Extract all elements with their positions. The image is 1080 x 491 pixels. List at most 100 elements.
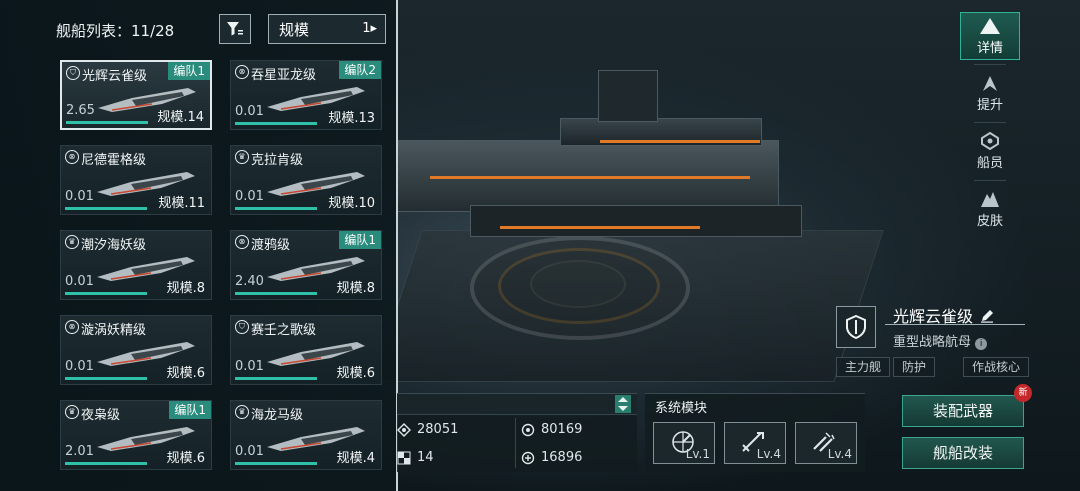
ship-card-scale: 规模.4 (336, 451, 375, 466)
toggle-arrows-icon[interactable] (615, 395, 631, 413)
fleet-tag: 编队2 (339, 61, 381, 79)
nav-tab-label: 皮肤 (976, 214, 1003, 229)
module-torpedo[interactable]: Lv.4 (795, 422, 857, 464)
stat-attack: 80169 (521, 422, 582, 437)
checker-icon (397, 451, 411, 464)
fleet-tag: 编队1 (339, 231, 381, 249)
module-level: Lv.1 (685, 447, 710, 461)
ship-list-title: 舰船列表：11/28 (56, 22, 175, 40)
ship-card-value: 0.01 (235, 444, 264, 459)
hull-light (500, 226, 700, 229)
ship-type-text: 重型战略航母 (893, 335, 972, 350)
nav-tab-details[interactable]: 详情 (960, 12, 1020, 60)
skins-icon (981, 192, 999, 207)
ship-card[interactable]: ⊗ 漩涡妖精级 0.01 规模.6 (60, 315, 212, 385)
ship-card-name: 克拉肯级 (251, 153, 304, 168)
crown-icon: ♛ (235, 150, 249, 164)
new-badge: 新 (1014, 384, 1032, 402)
ship-card-scale: 规模.6 (166, 451, 205, 466)
ship-card-value: 0.01 (235, 359, 264, 374)
module-radar[interactable]: Lv.1 (653, 422, 715, 464)
sort-order-text: 1 (362, 21, 371, 36)
ship-card[interactable]: ⛉ 赛壬之歌级 0.01 规模.6 (230, 315, 382, 385)
stats-divider (515, 418, 516, 468)
stat-attack-value: 80169 (541, 422, 583, 437)
ship-card-name: 光辉云雀级 (82, 69, 148, 84)
ship-card-scale: 规模.13 (328, 111, 375, 126)
sort-value: 规模 (279, 20, 310, 39)
ship-card-scale: 规模.6 (336, 366, 375, 381)
stat-hp-value: 28051 (417, 422, 459, 437)
target-icon: ⊗ (235, 65, 249, 79)
nav-tab-upgrade[interactable]: 提升 (960, 70, 1020, 118)
ship-card[interactable]: ⊗ 尼德霍格级 0.01 规模.11 (60, 145, 212, 215)
carrier-tower (598, 70, 658, 122)
ship-card-value: 0.01 (235, 104, 264, 119)
module-level: Lv.4 (827, 447, 852, 461)
ship-name-underline (885, 324, 1025, 325)
ship-card-scale: 规模.10 (328, 196, 375, 211)
ship-class-badge (836, 306, 876, 348)
ship-card-value: 0.01 (65, 189, 94, 204)
nav-tab-label: 提升 (976, 98, 1003, 113)
upgrade-icon (983, 76, 997, 91)
ship-card-scale: 规模.8 (336, 281, 375, 296)
ship-card-value: 2.01 (65, 444, 94, 459)
ship-card[interactable]: ⛉ 光辉云雀级 编队1 2.65 规模.14 (60, 60, 212, 130)
defense-icon (521, 451, 535, 464)
ship-card[interactable]: ⊗ 吞星亚龙级 编队2 0.01 规模.13 (230, 60, 382, 130)
nav-tab-label: 船员 (976, 156, 1003, 171)
crown-icon: ♛ (235, 405, 249, 419)
ship-card-name: 夜枭级 (81, 408, 121, 423)
nav-tab-crew[interactable]: 船员 (960, 128, 1020, 176)
nav-tab-skins[interactable]: 皮肤 (960, 186, 1020, 234)
nav-divider (974, 180, 1006, 181)
ship-card[interactable]: ♛ 潮汐海妖级 0.01 规模.8 (60, 230, 212, 300)
module-missile[interactable]: Lv.4 (724, 422, 786, 464)
ship-card[interactable]: ♛ 克拉肯级 0.01 规模.10 (230, 145, 382, 215)
ship-card-bar (235, 122, 317, 125)
ship-tag-chip: 防护 (893, 357, 936, 377)
carrier-engines (470, 205, 802, 237)
system-modules-title: 系统模块 (655, 401, 708, 416)
ship-card-bar (65, 207, 147, 210)
filter-icon (227, 22, 243, 36)
details-icon (980, 18, 1000, 34)
ship-card-scale: 规模.8 (166, 281, 205, 296)
ship-card[interactable]: ⊗ 渡鸦级 编队1 2.40 规模.8 (230, 230, 382, 300)
ship-tag-chip: 主力舰 (836, 357, 891, 377)
ship-modify-button[interactable]: 舰船改装 (902, 437, 1024, 469)
ship-card-name: 吞星亚龙级 (251, 68, 317, 83)
system-modules-panel: 系统模块 Lv.1 Lv.4 Lv.4 (645, 393, 865, 472)
shield-icon: ⛉ (66, 66, 80, 80)
ship-card-value: 0.01 (235, 189, 264, 204)
ship-card-name: 渡鸦级 (251, 238, 291, 253)
ship-card-value: 0.01 (65, 359, 94, 374)
ship-card-bar (65, 377, 147, 380)
target-icon: ⊗ (65, 320, 79, 334)
edit-name-icon[interactable] (980, 309, 994, 323)
shield-icon (846, 315, 866, 339)
ship-card-bar (235, 462, 317, 465)
info-icon[interactable]: i (975, 338, 988, 350)
sort-dropdown[interactable]: 规模 1▸ (268, 14, 386, 44)
ship-card[interactable]: ♛ 海龙马级 0.01 规模.4 (230, 400, 382, 470)
fleet-tag: 编队1 (169, 401, 211, 419)
stat-slots: 14 (397, 450, 434, 465)
ship-card-bar (65, 462, 147, 465)
fleet-tag: 编队1 (168, 62, 210, 80)
ship-card-scale: 规模.11 (158, 196, 205, 211)
ship-card-value: 2.40 (235, 274, 264, 289)
nav-divider (974, 122, 1006, 123)
crown-icon: ♛ (65, 235, 79, 249)
filter-button[interactable] (219, 14, 251, 44)
ship-card-name: 潮汐海妖级 (81, 238, 147, 253)
ship-card-bar (65, 292, 147, 295)
equip-weapons-button[interactable]: 装配武器 (902, 395, 1024, 427)
stat-hp: 28051 (397, 422, 458, 437)
nav-tab-label: 详情 (976, 41, 1003, 56)
ship-card-bar (66, 121, 148, 124)
ship-card[interactable]: ♛ 夜枭级 编队1 2.01 规模.6 (60, 400, 212, 470)
nav-divider (974, 64, 1006, 65)
attack-icon (521, 423, 535, 436)
